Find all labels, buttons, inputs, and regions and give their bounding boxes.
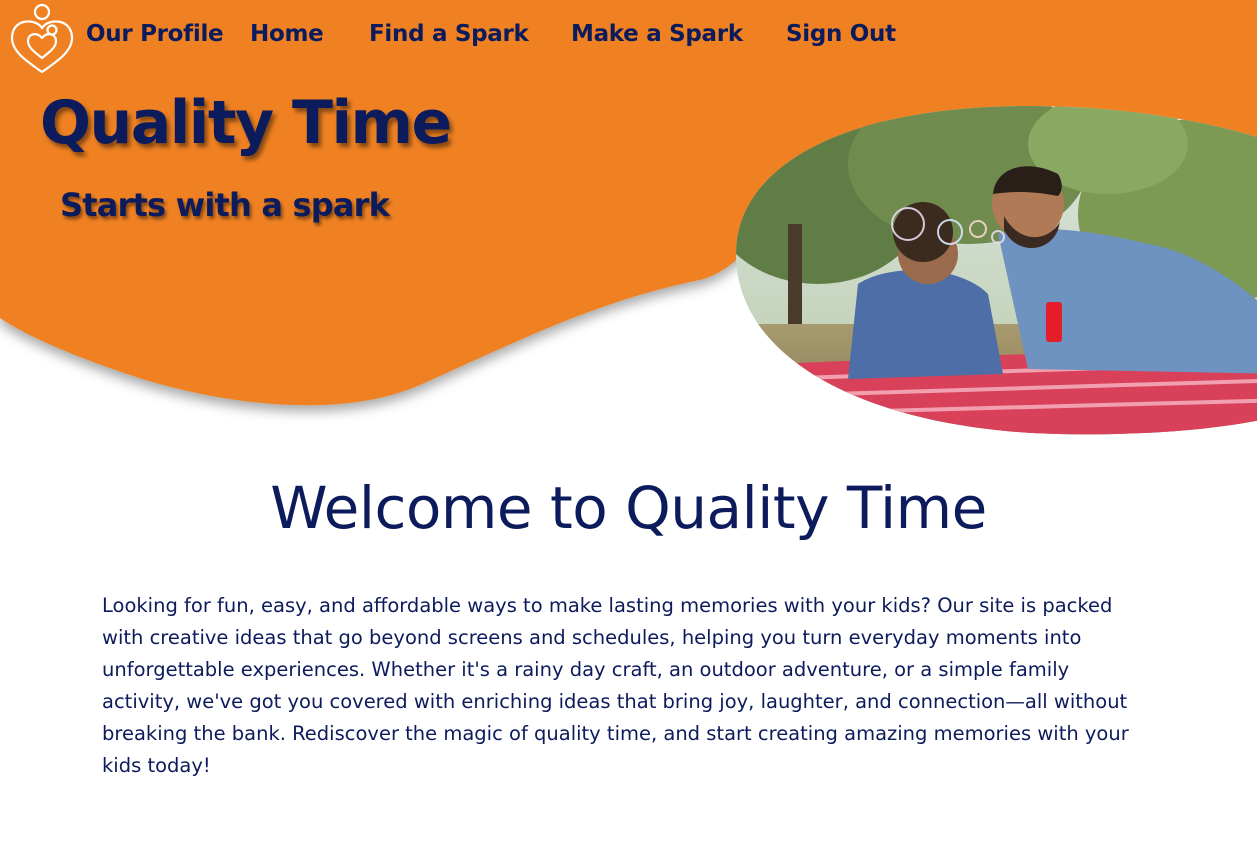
heart-family-icon xyxy=(10,3,74,74)
hero-photo xyxy=(736,106,1257,435)
nav-link-make-a-spark[interactable]: Make a Spark xyxy=(571,21,743,47)
hero-subtitle: Starts with a spark xyxy=(60,186,390,224)
home-logo-link[interactable] xyxy=(8,2,76,74)
main-nav: Our Profile Home Find a Spark Make a Spa… xyxy=(0,0,1257,76)
hero-title: Quality Time xyxy=(40,88,452,158)
intro-paragraph: Looking for fun, easy, and affordable wa… xyxy=(102,594,1129,777)
page: Our Profile Home Find a Spark Make a Spa… xyxy=(0,0,1257,849)
nav-link-sign-out[interactable]: Sign Out xyxy=(786,21,896,47)
welcome-heading: Welcome to Quality Time xyxy=(270,474,987,542)
nav-link-our-profile[interactable]: Our Profile xyxy=(86,21,224,47)
nav-link-home[interactable]: Home xyxy=(250,21,324,47)
nav-link-find-a-spark[interactable]: Find a Spark xyxy=(369,21,529,47)
